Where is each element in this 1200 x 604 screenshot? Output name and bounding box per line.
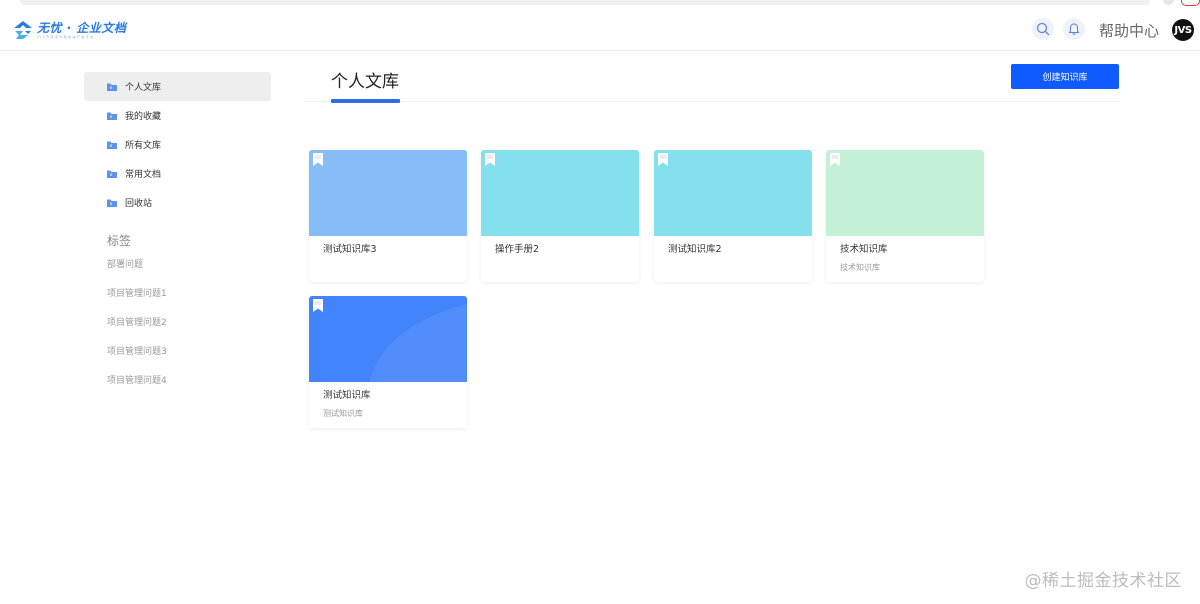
logo-icon — [14, 21, 32, 39]
sidebar: 个人文库 我的收藏 所有文库 常用文档 回收站 标签 部署问题 项目管理问题1 … — [84, 72, 271, 396]
sidebar-item-all-libraries[interactable]: 所有文库 — [84, 130, 271, 159]
bell-icon — [1068, 23, 1080, 35]
page-title[interactable]: 个人文库 — [331, 67, 399, 92]
library-card[interactable]: 测试知识库3 — [309, 150, 467, 282]
sidebar-item-common-docs[interactable]: 常用文档 — [84, 159, 271, 188]
sidebar-item-label: 所有文库 — [125, 141, 162, 151]
bookmark-icon — [830, 153, 840, 166]
notification-button[interactable] — [1063, 18, 1085, 40]
sidebar-item-personal-library[interactable]: 个人文库 — [84, 72, 271, 101]
card-title: 测试知识库2 — [668, 244, 722, 255]
search-button[interactable] — [1032, 18, 1054, 40]
card-description: 测试知识库 — [323, 409, 363, 418]
folder-icon — [107, 83, 117, 91]
browser-address-bar — [20, 0, 1150, 5]
cover-decoration — [369, 304, 467, 382]
library-card[interactable]: 测试知识库 测试知识库 — [309, 296, 467, 428]
active-tab-indicator — [331, 99, 400, 103]
app-logo[interactable]: 无忧 · 企业文档 JVS开源零代码快速开发平台 — [12, 19, 126, 41]
card-cover — [654, 150, 812, 236]
browser-profile-icon — [1181, 0, 1200, 6]
app-brand-name: 无忧 · 企业文档 — [37, 20, 127, 35]
folder-icon — [107, 199, 117, 207]
sidebar-item-favorites[interactable]: 我的收藏 — [84, 101, 271, 130]
folder-icon — [107, 141, 117, 149]
sidebar-item-label: 常用文档 — [125, 170, 162, 180]
library-card[interactable]: 测试知识库2 — [654, 150, 812, 282]
tags-section-title: 标签 — [107, 234, 132, 248]
folder-icon — [107, 112, 117, 120]
browser-extension-icon — [1163, 0, 1174, 5]
card-description: 技术知识库 — [840, 263, 880, 272]
bookmark-icon — [485, 153, 495, 166]
sidebar-item-label: 我的收藏 — [125, 112, 162, 122]
card-title: 技术知识库 — [840, 244, 888, 255]
bookmark-icon — [658, 153, 668, 166]
bookmark-icon — [313, 299, 323, 312]
card-title: 操作手册2 — [495, 244, 540, 255]
tag-item[interactable]: 项目管理问题4 — [84, 367, 271, 396]
create-knowledge-base-button[interactable]: 创建知识库 — [1011, 64, 1119, 89]
sidebar-item-label: 回收站 — [125, 199, 153, 209]
folder-icon — [107, 170, 117, 178]
card-cover — [481, 150, 639, 236]
library-card[interactable]: 操作手册2 — [481, 150, 639, 282]
card-title: 测试知识库3 — [323, 244, 377, 255]
help-center-link[interactable]: 帮助中心 — [1099, 20, 1159, 41]
sidebar-item-label: 个人文库 — [125, 83, 162, 93]
card-cover — [826, 150, 984, 236]
tag-item[interactable]: 项目管理问题3 — [84, 338, 271, 367]
tag-item[interactable]: 项目管理问题1 — [84, 280, 271, 309]
bookmark-icon — [313, 153, 323, 166]
tag-item[interactable]: 项目管理问题2 — [84, 309, 271, 338]
title-divider — [305, 101, 1120, 102]
browser-top-strip — [0, 0, 1200, 8]
user-avatar[interactable]: JVS — [1172, 19, 1194, 41]
card-title: 测试知识库 — [323, 390, 371, 401]
app-tagline: JVS开源零代码快速开发平台 — [37, 34, 95, 39]
search-icon — [1036, 22, 1050, 36]
tag-item[interactable]: 部署问题 — [84, 251, 271, 280]
top-header: 无忧 · 企业文档 JVS开源零代码快速开发平台 帮助中心 JVS — [0, 8, 1200, 51]
watermark-text: @稀土掘金技术社区 — [1024, 571, 1182, 591]
library-card[interactable]: 技术知识库 技术知识库 — [826, 150, 984, 282]
card-cover — [309, 150, 467, 236]
sidebar-item-recycle-bin[interactable]: 回收站 — [84, 188, 271, 217]
card-cover — [309, 296, 467, 382]
